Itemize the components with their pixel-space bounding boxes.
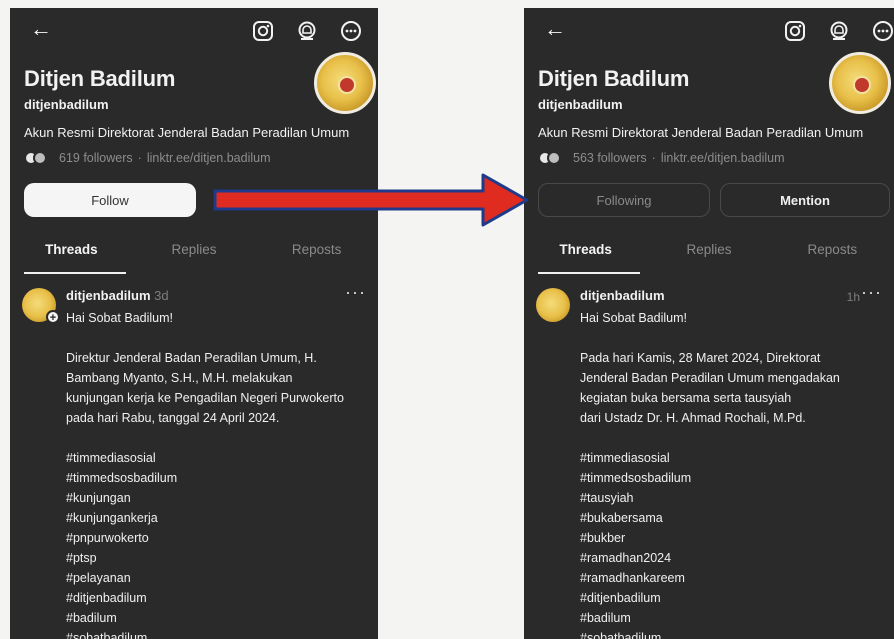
followers-count[interactable]: 563 followers [573,151,647,165]
bell-icon[interactable] [826,18,852,44]
tab-threads[interactable]: Threads [10,234,133,274]
profile-name: Ditjen Badilum [24,66,176,91]
tab-threads[interactable]: Threads [524,234,647,274]
hashtag[interactable]: #ptsp [66,548,376,568]
bell-icon[interactable] [294,18,320,44]
hashtag[interactable]: #kunjungankerja [66,508,376,528]
hashtag[interactable]: #bukber [580,528,890,548]
post-username[interactable]: ditjenbadilum 3d [66,288,169,303]
profile-name: Ditjen Badilum [538,66,690,91]
hashtag[interactable]: #pnpurwokerto [66,528,376,548]
back-arrow-icon[interactable]: ← [30,16,52,42]
more-icon[interactable] [870,18,894,44]
profile-bio: Akun Resmi Direktorat Jenderal Badan Per… [24,125,350,140]
hashtag[interactable]: #bukabersama [580,508,890,528]
tab-replies[interactable]: Replies [647,234,770,274]
hashtag[interactable]: #ditjenbadilum [580,588,890,608]
tab-replies[interactable]: Replies [133,234,256,274]
post-avatar[interactable] [536,288,570,322]
profile-screen-after: ← Ditjen Badilum ditjenbadilum Akun Resm… [524,8,894,639]
hashtag[interactable]: #badilum [580,608,890,628]
profile-screen-before: ← Ditjen Badilum ditjenbadilum Akun Resm… [10,8,378,639]
transition-arrow-icon [213,173,529,227]
profile-tabs: Threads Replies Reposts [10,234,378,274]
post-username[interactable]: ditjenbadilum [580,288,665,303]
follower-avatars [24,151,54,165]
post-time: 1h [846,290,860,304]
post-line: pada hari Rabu, tanggal 24 April 2024. [66,411,280,425]
post-more-icon[interactable]: ··· [861,282,882,303]
profile-handle: ditjenbadilum [538,97,623,112]
follower-avatars [538,151,568,165]
post-text: Hai Sobat Badilum! Direktur Jenderal Bad… [66,308,376,639]
plus-icon[interactable]: + [46,310,60,324]
hashtag[interactable]: #kunjungan [66,488,376,508]
post-text: Hai Sobat Badilum! Pada hari Kamis, 28 M… [580,308,890,639]
profile-tabs: Threads Replies Reposts [524,234,894,274]
top-bar: ← [10,14,378,50]
hashtag[interactable]: #timmedsosbadilum [580,468,890,488]
hashtag[interactable]: #ramadhankareem [580,568,890,588]
hashtag[interactable]: #timmediasosial [66,448,376,468]
profile-meta: 563 followers · linktr.ee/ditjen.badilum [538,151,785,165]
active-tab-indicator [24,272,126,274]
hashtag[interactable]: #sobatbadilum [66,628,376,639]
tab-reposts[interactable]: Reposts [255,234,378,274]
post-line: kunjungan kerja ke Pengadilan Negeri Pur… [66,391,344,405]
profile-logo[interactable] [314,52,376,114]
profile-bio: Akun Resmi Direktorat Jenderal Badan Per… [538,125,864,140]
post-line: dari Ustadz Dr. H. Ahmad Rochali, M.Pd. [580,411,806,425]
profile-link[interactable]: linktr.ee/ditjen.badilum [147,151,271,165]
back-arrow-icon[interactable]: ← [544,16,566,42]
post-line: Pada hari Kamis, 28 Maret 2024, Direktor… [580,351,821,365]
post-more-icon[interactable]: ··· [345,282,366,303]
hashtag[interactable]: #timmedsosbadilum [66,468,376,488]
hashtag[interactable]: #ditjenbadilum [66,588,376,608]
hashtag[interactable]: #ramadhan2024 [580,548,890,568]
profile-link[interactable]: linktr.ee/ditjen.badilum [661,151,785,165]
instagram-icon[interactable] [782,18,808,44]
post-greeting: Hai Sobat Badilum! [66,311,174,325]
following-button[interactable]: Following [538,183,710,217]
hashtag[interactable]: #sobatbadilum [580,628,890,639]
hashtag[interactable]: #pelayanan [66,568,376,588]
profile-handle: ditjenbadilum [24,97,109,112]
profile-logo[interactable] [829,52,891,114]
hashtag[interactable]: #timmediasosial [580,448,890,468]
hashtag[interactable]: #badilum [66,608,376,628]
instagram-icon[interactable] [250,18,276,44]
hashtag[interactable]: #tausyiah [580,488,890,508]
post-line: Jenderal Badan Peradilan Umum mengadakan [580,371,840,385]
post-line: kegiatan buka bersama serta tausyiah [580,391,792,405]
mention-button[interactable]: Mention [720,183,890,217]
post-line: Direktur Jenderal Badan Peradilan Umum, … [66,351,317,365]
top-bar: ← [524,14,894,50]
profile-meta: 619 followers · linktr.ee/ditjen.badilum [24,151,271,165]
post-time: 3d [154,288,169,303]
follow-button[interactable]: Follow [24,183,196,217]
post-line: Bambang Myanto, S.H., M.H. melakukan [66,371,293,385]
more-icon[interactable] [338,18,364,44]
post-greeting: Hai Sobat Badilum! [580,311,688,325]
tab-reposts[interactable]: Reposts [771,234,894,274]
followers-count[interactable]: 619 followers [59,151,133,165]
active-tab-indicator [538,272,640,274]
